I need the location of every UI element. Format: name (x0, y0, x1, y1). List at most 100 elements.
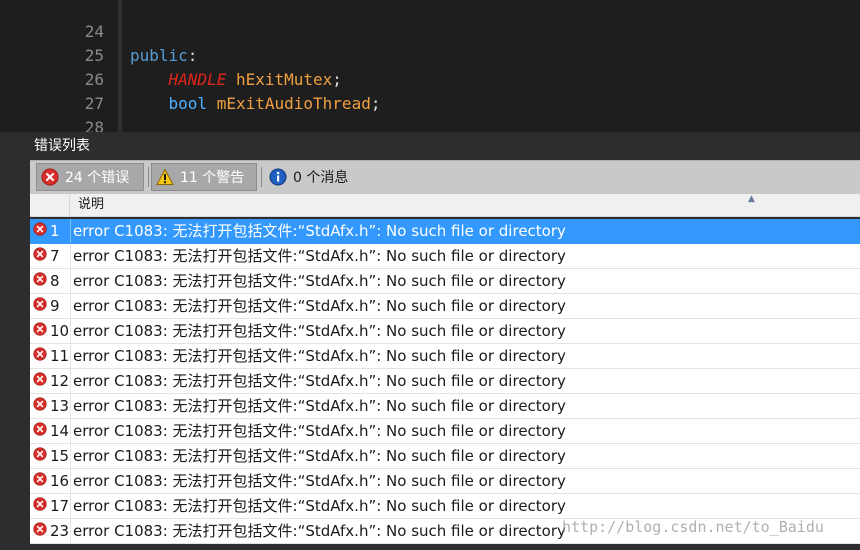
row-number: 23 (50, 522, 70, 540)
errors-count-label: 24 个错误 (65, 170, 130, 186)
warning-icon (156, 168, 174, 185)
row-number: 14 (50, 422, 70, 440)
cell-divider (70, 444, 71, 468)
toolbar-separator (261, 167, 262, 187)
error-icon (33, 397, 47, 411)
error-icon (33, 322, 47, 336)
error-icon (33, 272, 47, 286)
filter-toolbar: 24 个错误 11 个警告 0 个消息 (30, 160, 860, 195)
error-description: error C1083: 无法打开包括文件:“StdAfx.h”: No suc… (73, 422, 566, 440)
table-row[interactable]: 1 error C1083: 无法打开包括文件:“StdAfx.h”: No su… (30, 219, 860, 244)
row-number: 12 (50, 372, 70, 390)
row-number: 13 (50, 397, 70, 415)
error-description: error C1083: 无法打开包括文件:“StdAfx.h”: No suc… (73, 497, 566, 515)
error-icon (33, 447, 47, 461)
row-number: 15 (50, 447, 70, 465)
error-icon (33, 372, 47, 386)
error-icon (33, 522, 47, 536)
messages-filter-button[interactable]: 0 个消息 (264, 163, 364, 191)
cell-divider (70, 394, 71, 418)
column-header-row: 说明 ▲ (30, 194, 860, 217)
outline-bar (118, 0, 122, 132)
error-description: error C1083: 无法打开包括文件:“StdAfx.h”: No suc… (73, 247, 566, 265)
code-line: 25 HANDLE hExitMutex; (0, 20, 342, 89)
table-row[interactable]: 12 error C1083: 无法打开包括文件:“StdAfx.h”: No s… (30, 369, 860, 394)
error-list-panel: 错误列表 24 个错误 11 个警告 0 个消息 说明 ▲ 1 error C1… (0, 132, 860, 550)
table-row[interactable]: 9 error C1083: 无法打开包括文件:“StdAfx.h”: No su… (30, 294, 860, 319)
table-row[interactable]: 10 error C1083: 无法打开包括文件:“StdAfx.h”: No s… (30, 319, 860, 344)
table-row[interactable]: 17 error C1083: 无法打开包括文件:“StdAfx.h”: No s… (30, 494, 860, 519)
cell-divider (70, 344, 71, 368)
errors-filter-button[interactable]: 24 个错误 (36, 163, 144, 191)
code-line: 28 public: (0, 92, 104, 132)
error-description: error C1083: 无法打开包括文件:“StdAfx.h”: No suc… (73, 322, 566, 340)
error-icon (33, 297, 47, 311)
row-number: 17 (50, 497, 70, 515)
cell-divider (70, 244, 71, 268)
error-description: error C1083: 无法打开包括文件:“StdAfx.h”: No suc… (73, 347, 566, 365)
info-icon (269, 168, 287, 186)
error-icon (33, 222, 47, 236)
cell-divider (70, 294, 71, 318)
error-icon (33, 422, 47, 436)
table-row[interactable]: 15 error C1083: 无法打开包括文件:“StdAfx.h”: No s… (30, 444, 860, 469)
error-description: error C1083: 无法打开包括文件:“StdAfx.h”: No suc… (73, 397, 566, 415)
error-icon (33, 347, 47, 361)
column-header-description[interactable]: 说明 (78, 194, 104, 216)
row-number: 9 (50, 297, 60, 315)
punctuation: ; (370, 94, 381, 113)
cell-divider (70, 419, 71, 443)
cell-divider (70, 469, 71, 493)
row-number: 10 (50, 322, 70, 340)
type-keyword: bool (168, 94, 208, 113)
line-number: 25 (84, 46, 104, 65)
row-number: 1 (50, 222, 60, 240)
row-number: 7 (50, 247, 60, 265)
error-icon (33, 247, 47, 261)
row-number: 16 (50, 472, 70, 490)
cell-divider (70, 494, 71, 518)
line-number: 26 (84, 70, 104, 89)
sort-arrow-icon: ▲ (748, 194, 755, 204)
error-rows: 1 error C1083: 无法打开包括文件:“StdAfx.h”: No su… (30, 219, 860, 550)
code-line: 26 bool mExitAudioThread; (0, 44, 381, 113)
error-description: error C1083: 无法打开包括文件:“StdAfx.h”: No suc… (73, 447, 566, 465)
table-row[interactable]: 14 error C1083: 无法打开包括文件:“StdAfx.h”: No s… (30, 419, 860, 444)
table-row[interactable]: 11 error C1083: 无法打开包括文件:“StdAfx.h”: No s… (30, 344, 860, 369)
macro-type: HANDLE (168, 70, 227, 89)
warnings-filter-button[interactable]: 11 个警告 (151, 163, 257, 191)
cell-divider (70, 369, 71, 393)
cell-divider (70, 269, 71, 293)
error-icon (33, 472, 47, 486)
table-row[interactable]: 13 error C1083: 无法打开包括文件:“StdAfx.h”: No s… (30, 394, 860, 419)
punctuation: ; (332, 70, 342, 89)
panel-title: 错误列表 (34, 138, 90, 154)
error-icon (33, 497, 47, 511)
panel-left-margin (0, 194, 30, 550)
line-number: 27 (84, 94, 104, 113)
table-row[interactable]: 16 error C1083: 无法打开包括文件:“StdAfx.h”: No s… (30, 469, 860, 494)
error-description: error C1083: 无法打开包括文件:“StdAfx.h”: No suc… (73, 222, 566, 240)
error-icon (41, 168, 59, 186)
cell-divider (70, 519, 71, 543)
cell-divider (70, 319, 71, 343)
identifier: hExitMutex (235, 70, 333, 89)
table-row[interactable]: 8 error C1083: 无法打开包括文件:“StdAfx.h”: No su… (30, 269, 860, 294)
keyword: public (130, 46, 188, 65)
line-number: 28 (84, 118, 104, 132)
identifier: mExitAudioThread (216, 94, 371, 113)
row-number: 11 (50, 347, 70, 365)
code-line: 27 (0, 68, 104, 113)
code-editor[interactable]: 24 public: 25 HANDLE hExitMutex; 26 bool… (0, 0, 860, 132)
punctuation: : (187, 46, 198, 65)
table-row[interactable]: 7 error C1083: 无法打开包括文件:“StdAfx.h”: No su… (30, 244, 860, 269)
panel-title-bar[interactable]: 错误列表 (0, 132, 860, 160)
messages-count-label: 0 个消息 (293, 170, 349, 186)
error-description: error C1083: 无法打开包括文件:“StdAfx.h”: No suc… (73, 272, 566, 290)
watermark: http://blog.csdn.net/to_Baidu (562, 518, 824, 536)
code-line: 29 BsBufferQueue * mAudioData; (0, 116, 39, 132)
error-description: error C1083: 无法打开包括文件:“StdAfx.h”: No suc… (73, 472, 566, 490)
row-number: 8 (50, 272, 60, 290)
cell-divider (70, 219, 71, 243)
column-header-index[interactable] (30, 194, 70, 216)
